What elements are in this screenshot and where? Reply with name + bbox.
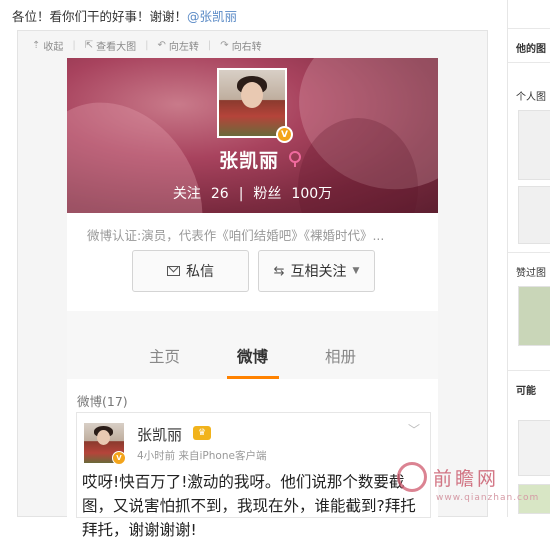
sidebar-label: 赞过图 bbox=[516, 268, 546, 279]
rotate-left-button[interactable]: ↶ 向左转 bbox=[158, 38, 199, 53]
toolbar-divider: | bbox=[207, 39, 212, 51]
verified-badge-icon: V bbox=[112, 451, 126, 465]
view-large-button[interactable]: ⇱ 查看大图 bbox=[85, 38, 136, 53]
collapse-button[interactable]: ⇡ 收起 bbox=[32, 38, 63, 53]
mutual-follow-button[interactable]: ⇆ 互相关注 ▼ bbox=[258, 250, 375, 292]
feed-meta: 4小时前 来自iPhone客户端 bbox=[137, 450, 267, 462]
verified-badge-icon: V bbox=[276, 126, 293, 143]
avatar-face bbox=[241, 82, 263, 108]
tab-weibo[interactable]: 微博 bbox=[209, 311, 297, 379]
message-button[interactable]: 私信 bbox=[132, 250, 249, 292]
post-body: 各位！看你们干的好事！谢谢！ bbox=[12, 9, 188, 24]
watermark-logo-icon bbox=[397, 462, 427, 492]
mutual-follow-label: 互相关注 bbox=[290, 264, 347, 280]
chevron-down-icon: ▼ bbox=[352, 266, 360, 276]
profile-name: 张凯丽 bbox=[219, 150, 280, 172]
toolbar-divider: | bbox=[145, 39, 149, 51]
sidebar-label: 他的图 bbox=[516, 44, 546, 55]
collapse-label: 收起 bbox=[43, 41, 64, 53]
sidebar-divider bbox=[508, 62, 550, 63]
rotate-left-icon: ↶ bbox=[157, 39, 166, 51]
weibo-count-heading: 微博(17) bbox=[77, 394, 128, 409]
message-label: 私信 bbox=[186, 264, 214, 280]
swap-arrows-icon: ⇆ bbox=[273, 263, 285, 279]
sidebar-thumbnail[interactable] bbox=[518, 186, 550, 244]
rotate-right-icon: ↷ bbox=[220, 39, 229, 51]
followers-label[interactable]: 粉丝 bbox=[253, 186, 281, 202]
profile-tabs: 主页 微博 相册 bbox=[67, 311, 438, 379]
profile-screenshot: V 张凯丽 关注 26 | 粉丝 100万 微博认证:演员，代表作《咱们结婚吧》《裸婚时… bbox=[67, 58, 438, 539]
following-count[interactable]: 26 bbox=[211, 186, 229, 202]
collapse-icon: ⇡ bbox=[32, 39, 41, 51]
verification-text: 微博认证:演员，代表作《咱们结婚吧》《裸婚时代》... bbox=[87, 228, 385, 243]
sidebar-divider bbox=[508, 252, 550, 253]
right-sidebar: 他的图 个人图 赞过图 可能 bbox=[507, 0, 550, 517]
watermark: 前瞻网 bbox=[397, 462, 499, 492]
rotate-left-label: 向左转 bbox=[168, 41, 199, 53]
post-text: 各位！看你们干的好事！谢谢！@张凯丽 bbox=[12, 6, 237, 25]
sidebar-thumbnail[interactable] bbox=[518, 420, 550, 476]
following-label[interactable]: 关注 bbox=[173, 186, 201, 202]
toolbar-divider: | bbox=[72, 39, 76, 51]
stats-divider: | bbox=[238, 186, 244, 202]
crown-icon: ♛ bbox=[193, 426, 211, 440]
feed-text: 哎呀!快百万了!激动的我呀。他们说那个数要截图，又说害怕抓不到，我现在外，谁能截… bbox=[82, 473, 416, 539]
sidebar-label: 个人图 bbox=[516, 92, 546, 103]
feed-author[interactable]: 张凯丽 bbox=[137, 424, 182, 445]
profile-stats: 关注 26 | 粉丝 100万 bbox=[67, 183, 438, 203]
rotate-right-label: 向右转 bbox=[231, 41, 262, 53]
female-gender-icon bbox=[289, 151, 301, 167]
watermark-url: www.qianzhan.com bbox=[436, 493, 540, 503]
sidebar-thumbnail[interactable] bbox=[518, 110, 550, 180]
tab-album[interactable]: 相册 bbox=[297, 311, 385, 379]
rotate-right-button[interactable]: ↷ 向右转 bbox=[220, 38, 261, 53]
external-link-icon: ⇱ bbox=[84, 39, 94, 51]
sidebar-thumbnail[interactable] bbox=[518, 286, 550, 346]
mention-link[interactable]: @张凯丽 bbox=[187, 9, 237, 24]
tab-home[interactable]: 主页 bbox=[121, 311, 209, 379]
avatar-face bbox=[97, 430, 110, 445]
mail-icon bbox=[167, 266, 180, 276]
profile-avatar[interactable] bbox=[217, 68, 287, 138]
chevron-down-icon[interactable]: ﹀ bbox=[408, 421, 420, 438]
profile-cover: V 张凯丽 关注 26 | 粉丝 100万 bbox=[67, 58, 438, 213]
image-viewer-card: ⇡ 收起 | ⇱ 查看大图 | ↶ 向左转 | ↷ 向右转 V 张凯丽 关注 2… bbox=[17, 30, 488, 539]
sidebar-divider bbox=[508, 370, 550, 371]
watermark-text: 前瞻网 bbox=[433, 467, 500, 490]
feed-item: V 张凯丽 ♛ 4小时前 来自iPhone客户端 ﹀ 哎呀!快百万了!激动的我呀… bbox=[76, 412, 431, 539]
sidebar-divider bbox=[508, 28, 550, 29]
image-toolbar: ⇡ 收起 | ⇱ 查看大图 | ↶ 向左转 | ↷ 向右转 bbox=[18, 31, 487, 59]
followers-count[interactable]: 100万 bbox=[291, 186, 332, 202]
sidebar-label: 可能 bbox=[516, 386, 536, 397]
view-large-label: 查看大图 bbox=[96, 41, 137, 53]
